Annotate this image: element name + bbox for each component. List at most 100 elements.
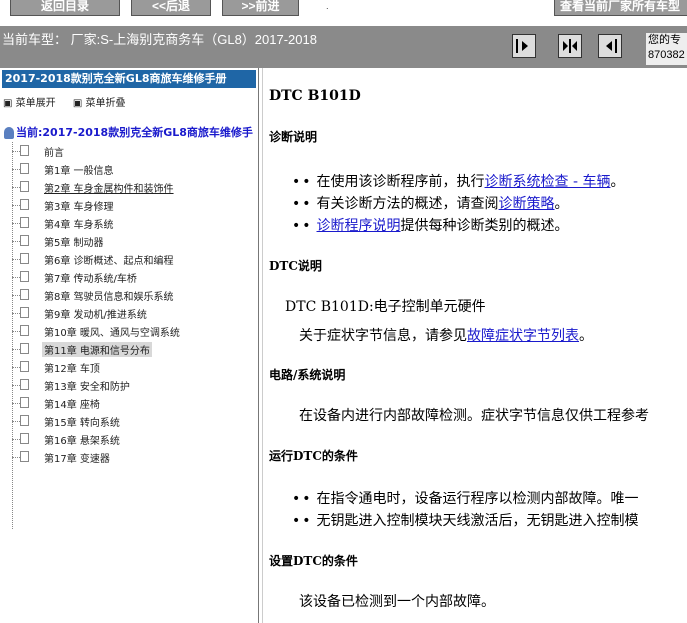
tree-item-label: 第8章 驾驶员信息和娱乐系统 bbox=[44, 292, 174, 303]
tree-branch-line bbox=[12, 367, 20, 368]
run-conditions-heading: 运行DTC的条件 bbox=[269, 449, 358, 463]
menu-expand-button[interactable]: ▣ 菜单展开 bbox=[3, 98, 56, 109]
tree-item[interactable]: 第11章 电源和信号分布 bbox=[12, 340, 258, 358]
tree-item[interactable]: 第10章 暖风、通风与空调系统 bbox=[12, 322, 258, 340]
tree-item-label: 第16章 悬架系统 bbox=[44, 436, 120, 447]
document-icon bbox=[20, 307, 29, 318]
view-all-models-button[interactable]: 查看当前厂家所有车型 bbox=[554, 0, 687, 16]
tree-item-label: 第12章 车顶 bbox=[44, 364, 100, 375]
document-icon bbox=[20, 181, 29, 192]
tree-branch-line bbox=[12, 313, 20, 314]
tree-branch-line bbox=[12, 151, 20, 152]
tree-item-label: 第4章 车身系统 bbox=[44, 220, 114, 231]
tree-branch-line bbox=[12, 385, 20, 386]
helper-info: 您的专 870382 bbox=[646, 33, 687, 65]
helper-line-1: 您的专 bbox=[648, 34, 681, 46]
tree-branch-line bbox=[12, 241, 20, 242]
document-icon bbox=[20, 433, 29, 444]
menu-collapse-label: 菜单折叠 bbox=[85, 98, 126, 109]
tree-branch-line bbox=[12, 295, 20, 296]
tree-branch-line bbox=[12, 457, 20, 458]
tree-item[interactable]: 第16章 悬架系统 bbox=[12, 430, 258, 448]
bullet-text: 无钥匙进入控制模块天线激活后，无钥匙进入控制模 bbox=[316, 513, 639, 529]
tree-item[interactable]: 第3章 车身修理 bbox=[12, 196, 258, 214]
page-title: DTC B101D bbox=[269, 88, 361, 104]
list-item: •• 在指令通电时，设备运行程序以检测内部故障。唯一 bbox=[292, 491, 639, 507]
tree-branch-line bbox=[12, 187, 20, 188]
symptom-byte-note: 关于症状字节信息，请参见故障症状字节列表。 bbox=[299, 325, 593, 345]
tree-item-label: 第2章 车身金属构件和装饰件 bbox=[44, 184, 174, 195]
tree-item[interactable]: 第17章 变速器 bbox=[12, 448, 258, 466]
back-button[interactable]: <<后退 bbox=[131, 0, 211, 16]
document-icon bbox=[20, 271, 29, 282]
current-model-label: 当前车型： 厂家:S-上海别克商务车（GL8）2017-2018 bbox=[2, 32, 317, 47]
tree-branch-line bbox=[12, 223, 20, 224]
tree-branch-line bbox=[12, 349, 20, 350]
first-page-icon[interactable] bbox=[512, 34, 536, 58]
tree-item-label: 第17章 变速器 bbox=[44, 454, 110, 465]
bullet-text-end: 。 bbox=[610, 174, 625, 190]
tree-item-label: 第5章 制动器 bbox=[44, 238, 104, 249]
tree-item[interactable]: 第12章 车顶 bbox=[12, 358, 258, 376]
vehicle-diagnostic-check-link[interactable]: 诊断系统检查 - 车辆 bbox=[485, 174, 611, 190]
document-icon bbox=[20, 217, 29, 228]
symptom-text: 关于症状字节信息，请参见 bbox=[299, 328, 467, 344]
tree-root[interactable]: 当前:2017-2018款别克全新GL8商旅车维修手 bbox=[4, 124, 253, 140]
document-content: DTC B101D 诊断说明 •• 在使用该诊断程序前，执行诊断系统检查 - 车辆… bbox=[262, 68, 687, 623]
tree-item[interactable]: 第13章 安全和防护 bbox=[12, 376, 258, 394]
diagnostic-strategy-link[interactable]: 诊断策略 bbox=[499, 196, 555, 212]
tree-branch-line bbox=[12, 277, 20, 278]
tree-branch-line bbox=[12, 169, 20, 170]
last-page-icon[interactable] bbox=[598, 34, 622, 58]
tree-item-label: 第7章 传动系统/车桥 bbox=[44, 274, 137, 285]
diagnostic-instructions-heading: 诊断说明 bbox=[269, 130, 318, 144]
bullet-text: 在指令通电时，设备运行程序以检测内部故障。唯一 bbox=[316, 491, 639, 507]
tree-item-label: 第3章 车身修理 bbox=[44, 202, 114, 213]
tree-branch-line bbox=[12, 421, 20, 422]
menu-collapse-button[interactable]: ▣ 菜单折叠 bbox=[73, 98, 126, 109]
forward-button[interactable]: >>前进 bbox=[222, 0, 299, 16]
document-icon bbox=[20, 235, 29, 246]
tree-item[interactable]: 前言 bbox=[12, 142, 258, 160]
content-divider bbox=[262, 68, 263, 623]
manual-tree-panel: 2017-2018款别克全新GL8商旅车维修手册 ▣ 菜单展开 ▣ 菜单折叠 当… bbox=[0, 68, 259, 623]
tree-branch-line bbox=[12, 205, 20, 206]
tree-item[interactable]: 第4章 车身系统 bbox=[12, 214, 258, 232]
circuit-description-heading: 电路/系统说明 bbox=[269, 368, 346, 382]
tree-item-label: 前言 bbox=[44, 148, 64, 159]
tree-branch-line bbox=[12, 259, 20, 260]
document-icon bbox=[20, 253, 29, 264]
tree-item[interactable]: 第6章 诊断概述、起点和编程 bbox=[12, 250, 258, 268]
tree-item[interactable]: 第2章 车身金属构件和装饰件 bbox=[12, 178, 258, 196]
tree-item[interactable]: 第8章 驾驶员信息和娱乐系统 bbox=[12, 286, 258, 304]
tree-item[interactable]: 第1章 一般信息 bbox=[12, 160, 258, 178]
tree-item[interactable]: 第7章 传动系统/车桥 bbox=[12, 268, 258, 286]
tree-item-label: 第15章 转向系统 bbox=[44, 418, 120, 429]
set-conditions-text: 该设备已检测到一个内部故障。 bbox=[299, 594, 495, 610]
symptom-text-end: 。 bbox=[579, 328, 593, 344]
tree-item[interactable]: 第14章 座椅 bbox=[12, 394, 258, 412]
tree-item[interactable]: 第15章 转向系统 bbox=[12, 412, 258, 430]
split-page-icon[interactable] bbox=[558, 34, 582, 58]
bullet-text: 有关诊断方法的概述，请查阅 bbox=[316, 196, 499, 212]
document-icon bbox=[20, 289, 29, 300]
tree-item-label: 第13章 安全和防护 bbox=[44, 382, 130, 393]
bullet-text-end: 。 bbox=[554, 196, 569, 212]
circuit-description-text: 在设备内进行内部故障检测。症状字节信息仅供工程参考 bbox=[299, 408, 649, 424]
set-conditions-heading: 设置DTC的条件 bbox=[269, 554, 358, 568]
document-icon bbox=[20, 451, 29, 462]
tree-branch-line bbox=[12, 403, 20, 404]
tree-item-label: 第1章 一般信息 bbox=[44, 166, 114, 177]
tree-item[interactable]: 第9章 发动机/推进系统 bbox=[12, 304, 258, 322]
list-item: •• 诊断程序说明提供每种诊断类别的概述。 bbox=[292, 218, 569, 234]
document-icon bbox=[20, 145, 29, 156]
dtc-line: DTC B101D:电子控制单元硬件 bbox=[285, 299, 486, 315]
symptom-byte-list-link[interactable]: 故障症状字节列表 bbox=[467, 328, 579, 344]
document-icon bbox=[20, 397, 29, 408]
menu-expand-label: 菜单展开 bbox=[15, 98, 56, 109]
diagnostic-procedure-link[interactable]: 诊断程序说明 bbox=[317, 218, 401, 234]
tree-item-label: 第6章 诊断概述、起点和编程 bbox=[44, 256, 174, 267]
return-to-contents-button[interactable]: 返回目录 bbox=[10, 0, 120, 16]
tree-item[interactable]: 第5章 制动器 bbox=[12, 232, 258, 250]
chapter-tree: 前言第1章 一般信息第2章 车身金属构件和装饰件 第3章 车身修理 第4章 车身系统… bbox=[12, 142, 258, 466]
